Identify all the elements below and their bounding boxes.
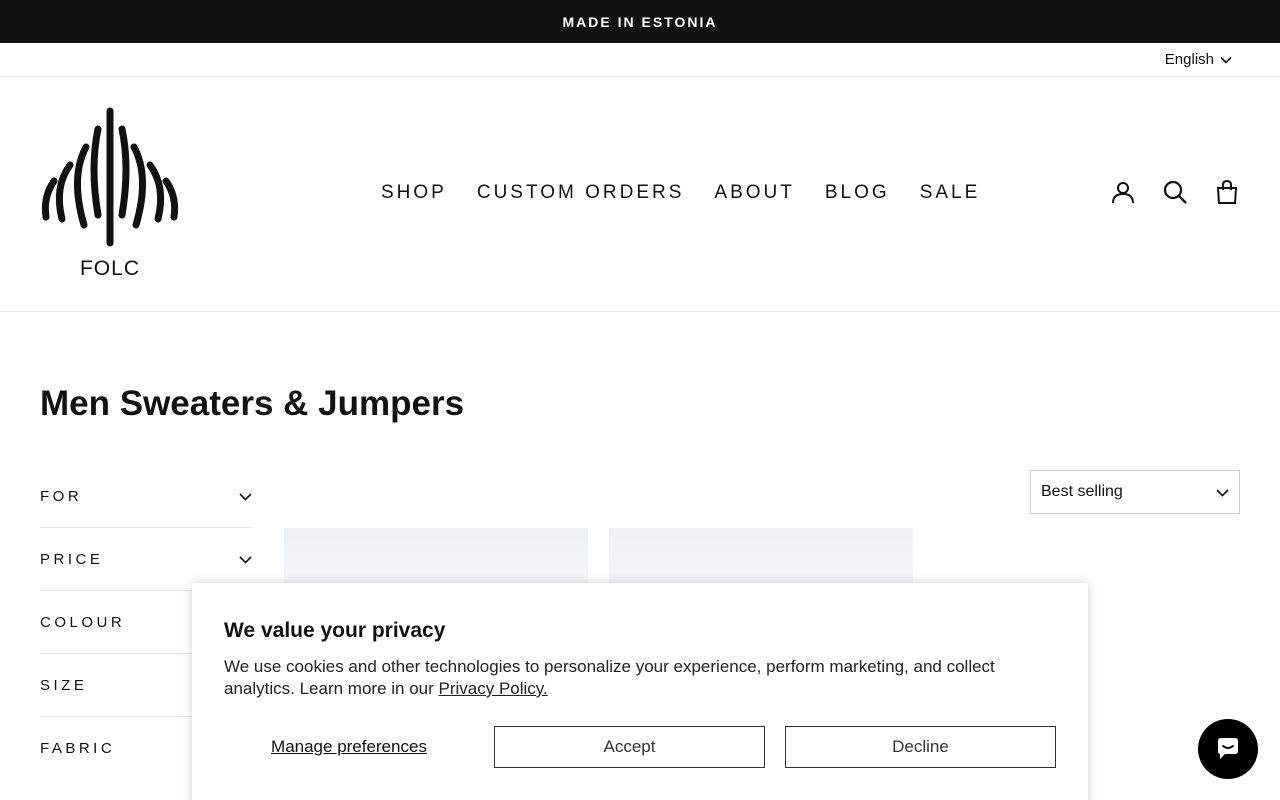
chevron-down-icon xyxy=(1220,56,1232,64)
sort-value: Best selling xyxy=(1041,483,1123,500)
announcement-bar: MADE IN ESTONIA xyxy=(0,0,1280,43)
logo[interactable]: FOLC xyxy=(40,107,180,282)
nav-item-custom-orders[interactable]: CUSTOM ORDERS xyxy=(462,182,700,204)
tree-logo-icon xyxy=(41,107,179,247)
nav-item-blog[interactable]: BLOG xyxy=(810,182,905,204)
filter-for[interactable]: FOR xyxy=(40,465,252,528)
chevron-down-icon xyxy=(239,492,252,501)
nav-item-about[interactable]: ABOUT xyxy=(699,182,809,204)
filter-label: SIZE xyxy=(40,676,88,694)
nav-item-shop[interactable]: SHOP xyxy=(366,182,462,204)
language-selector[interactable]: English xyxy=(1165,51,1232,68)
sort-select[interactable]: Best selling xyxy=(1030,470,1240,514)
utility-bar: English xyxy=(0,43,1280,77)
search-icon[interactable] xyxy=(1162,179,1188,205)
manage-preferences-button[interactable]: Manage preferences xyxy=(224,726,474,768)
cart-icon[interactable] xyxy=(1214,179,1240,205)
filter-label: COLOUR xyxy=(40,613,126,631)
main-nav: SHOP CUSTOM ORDERS ABOUT BLOG SALE xyxy=(366,182,995,204)
nav-item-sale[interactable]: SALE xyxy=(905,182,996,204)
chevron-down-icon xyxy=(239,555,252,564)
chevron-down-icon xyxy=(1216,488,1229,497)
filter-label: PRICE xyxy=(40,550,104,568)
cookie-body-text: We use cookies and other technologies to… xyxy=(224,657,995,698)
filter-price[interactable]: PRICE xyxy=(40,528,252,591)
cookie-banner: We value your privacy We use cookies and… xyxy=(192,583,1088,800)
chat-icon xyxy=(1218,738,1238,759)
page-title: Men Sweaters & Jumpers xyxy=(40,384,465,423)
cookie-title: We value your privacy xyxy=(224,619,446,642)
cookie-text: We use cookies and other technologies to… xyxy=(224,656,1054,700)
privacy-policy-link[interactable]: Privacy Policy. xyxy=(439,679,548,698)
language-label: English xyxy=(1164,51,1214,68)
header-icons xyxy=(1110,179,1240,205)
logo-text: FOLC xyxy=(79,257,140,280)
filter-label: FOR xyxy=(40,487,83,505)
site-header: FOLC SHOP CUSTOM ORDERS ABOUT BLOG SALE xyxy=(0,77,1280,312)
chat-button[interactable] xyxy=(1198,719,1258,779)
decline-button[interactable]: Decline xyxy=(785,726,1056,768)
user-icon[interactable] xyxy=(1110,179,1136,205)
filter-label: FABRIC xyxy=(40,740,116,757)
announcement-text: MADE IN ESTONIA xyxy=(562,13,718,30)
accept-button[interactable]: Accept xyxy=(494,726,765,768)
